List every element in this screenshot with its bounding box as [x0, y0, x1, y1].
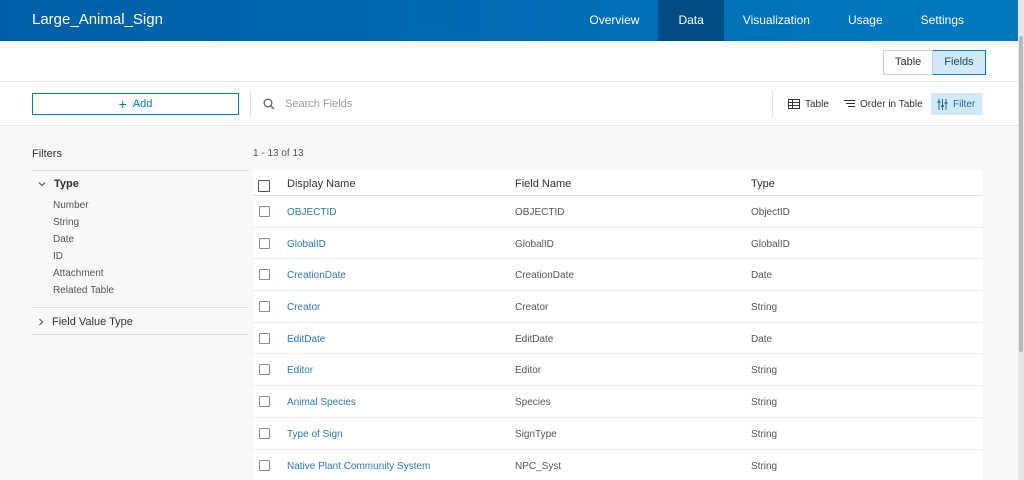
display-name-link[interactable]: Creator — [287, 302, 320, 313]
results-count: 1 - 13 of 13 — [253, 148, 304, 159]
type-filter-toggle[interactable]: Type — [32, 171, 248, 197]
sort-lines-icon — [844, 100, 855, 107]
table-row: Editor Editor String — [253, 354, 983, 387]
filter-option-related-table[interactable]: Related Table — [32, 282, 248, 299]
field-name-cell: Species — [515, 397, 551, 409]
row-checkbox[interactable] — [259, 364, 270, 376]
type-cell: String — [751, 397, 778, 409]
add-field-button[interactable]: + Add — [32, 93, 239, 115]
order-in-table-button[interactable]: Order in Table — [838, 93, 929, 115]
display-name-header[interactable]: Display Name — [287, 178, 355, 190]
type-cell: GlobalID — [751, 238, 790, 250]
filters-title: Filters — [32, 148, 62, 160]
app-header: Large_Animal_Sign Overview Data Visualiz… — [0, 0, 1018, 41]
table-row: CreationDate CreationDate Date — [253, 259, 983, 292]
chevron-right-icon — [39, 318, 44, 326]
row-checkbox[interactable] — [259, 301, 270, 313]
table-row: EditDate EditDate Date — [253, 323, 983, 355]
filter-sliders-icon — [937, 98, 948, 110]
chevron-down-icon — [38, 182, 46, 187]
table-row: Type of Sign SignType String — [253, 418, 983, 450]
fields-toolbar: + Add Table Order in Table — [0, 82, 1018, 126]
page-scrollbar[interactable] — [1018, 0, 1024, 480]
scrollbar-thumb[interactable] — [1019, 36, 1023, 352]
select-all-checkbox[interactable] — [258, 180, 270, 192]
view-toggle: Table Fields — [883, 50, 986, 75]
table-row: Animal Species Species String — [253, 386, 983, 418]
type-cell: Date — [751, 270, 773, 282]
display-name-link[interactable]: GlobalID — [287, 239, 326, 250]
type-cell: ObjectID — [751, 207, 790, 218]
type-cell: String — [751, 460, 778, 472]
main-nav: Overview Data Visualization Usage Settin… — [570, 0, 1018, 41]
type-cell: String — [751, 365, 778, 377]
filter-button-label: Filter — [953, 98, 976, 110]
row-checkbox[interactable] — [259, 269, 270, 281]
display-name-link[interactable]: EditDate — [287, 334, 325, 345]
order-button-label: Order in Table — [860, 98, 923, 110]
field-value-type-group: Field Value Type — [32, 309, 248, 335]
search-icon — [263, 98, 275, 110]
display-name-link[interactable]: Animal Species — [287, 397, 356, 408]
field-name-cell: EditDate — [515, 333, 554, 345]
row-checkbox[interactable] — [259, 427, 270, 439]
table-row: Creator Creator String — [253, 291, 983, 323]
filter-option-attachment[interactable]: Attachment — [32, 265, 248, 282]
divider — [772, 90, 773, 118]
display-name-link[interactable]: OBJECTID — [287, 207, 336, 218]
table-row: GlobalID GlobalID GlobalID — [253, 228, 983, 260]
row-checkbox[interactable] — [259, 332, 270, 344]
field-name-cell: Editor — [515, 365, 542, 377]
filter-option-id[interactable]: ID — [32, 248, 248, 265]
app-title: Large_Animal_Sign — [32, 11, 163, 28]
nav-usage[interactable]: Usage — [829, 0, 902, 41]
field-name-cell: OBJECTID — [515, 207, 565, 218]
nav-overview[interactable]: Overview — [570, 0, 658, 41]
search-box — [263, 93, 743, 115]
type-cell: String — [751, 428, 778, 440]
filter-option-string[interactable]: String — [32, 214, 248, 231]
divider — [250, 90, 251, 118]
nav-visualization[interactable]: Visualization — [724, 0, 829, 41]
display-name-link[interactable]: Native Plant Community System — [287, 461, 430, 472]
type-cell: Date — [751, 333, 773, 345]
display-name-link[interactable]: Editor — [287, 365, 313, 376]
filter-button[interactable]: Filter — [931, 93, 982, 115]
filter-option-date[interactable]: Date — [32, 231, 248, 248]
field-name-cell: Creator — [515, 302, 549, 314]
nav-settings[interactable]: Settings — [902, 0, 1018, 41]
display-name-link[interactable]: CreationDate — [287, 270, 346, 281]
table-row: OBJECTID OBJECTID ObjectID — [253, 196, 983, 228]
table-header-row: Display Name Field Name Type — [253, 170, 983, 196]
view-toggle-bar: Table Fields — [0, 41, 1018, 82]
filter-option-number[interactable]: Number — [32, 197, 248, 214]
field-name-cell: NPC_Syst — [515, 460, 562, 472]
type-cell: String — [751, 302, 778, 314]
fields-table: Display Name Field Name Type OBJECTID OBJ… — [253, 170, 983, 480]
type-filter-group: Type Number String Date ID Attachment Re… — [32, 170, 248, 308]
table-button[interactable]: Table — [782, 93, 835, 115]
plus-icon: + — [118, 96, 127, 112]
table-view-button[interactable]: Table — [883, 50, 934, 75]
row-checkbox[interactable] — [259, 206, 270, 217]
field-value-type-label: Field Value Type — [52, 316, 133, 328]
table-row: Native Plant Community System NPC_Syst Str… — [253, 450, 983, 480]
field-name-cell: CreationDate — [515, 270, 574, 282]
fields-view-button[interactable]: Fields — [933, 50, 986, 75]
row-checkbox[interactable] — [259, 396, 270, 408]
table-button-label: Table — [805, 98, 829, 110]
add-button-label: Add — [132, 98, 153, 110]
table-icon — [788, 99, 800, 109]
row-checkbox[interactable] — [259, 237, 270, 249]
type-filter-label: Type — [54, 178, 79, 190]
type-header[interactable]: Type — [751, 178, 775, 190]
nav-data[interactable]: Data — [658, 0, 724, 41]
search-fields-input[interactable] — [285, 98, 685, 110]
row-checkbox[interactable] — [259, 459, 270, 471]
field-name-cell: GlobalID — [515, 238, 554, 250]
field-name-cell: SignType — [515, 428, 557, 440]
field-value-type-toggle[interactable]: Field Value Type — [32, 309, 248, 335]
field-name-header[interactable]: Field Name — [515, 178, 571, 190]
display-name-link[interactable]: Type of Sign — [287, 429, 343, 440]
